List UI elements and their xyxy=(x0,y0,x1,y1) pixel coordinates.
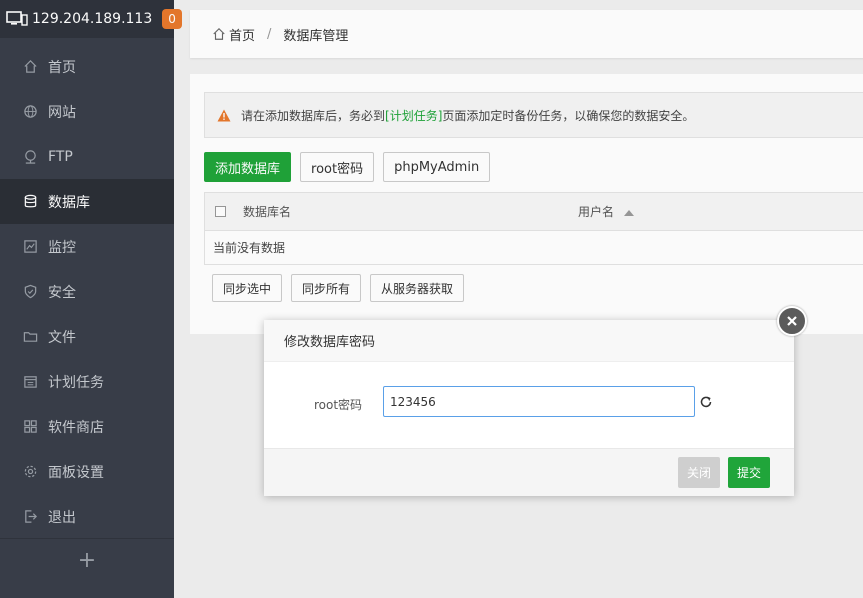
close-button[interactable]: 关闭 xyxy=(678,457,721,488)
dialog-footer: 关闭 提交 xyxy=(264,448,794,496)
dialog-body: root密码 xyxy=(264,362,794,448)
modal-overlay xyxy=(0,0,863,598)
close-icon xyxy=(787,316,797,326)
root-password-input[interactable] xyxy=(383,386,695,417)
submit-button[interactable]: 提交 xyxy=(728,457,771,488)
change-password-dialog: 修改数据库密码 root密码 关闭 提交 xyxy=(264,306,807,496)
dialog-title: 修改数据库密码 xyxy=(264,320,794,362)
dialog-close-button[interactable] xyxy=(777,306,807,336)
refresh-icon[interactable] xyxy=(698,394,714,410)
root-password-label: root密码 xyxy=(314,398,363,412)
